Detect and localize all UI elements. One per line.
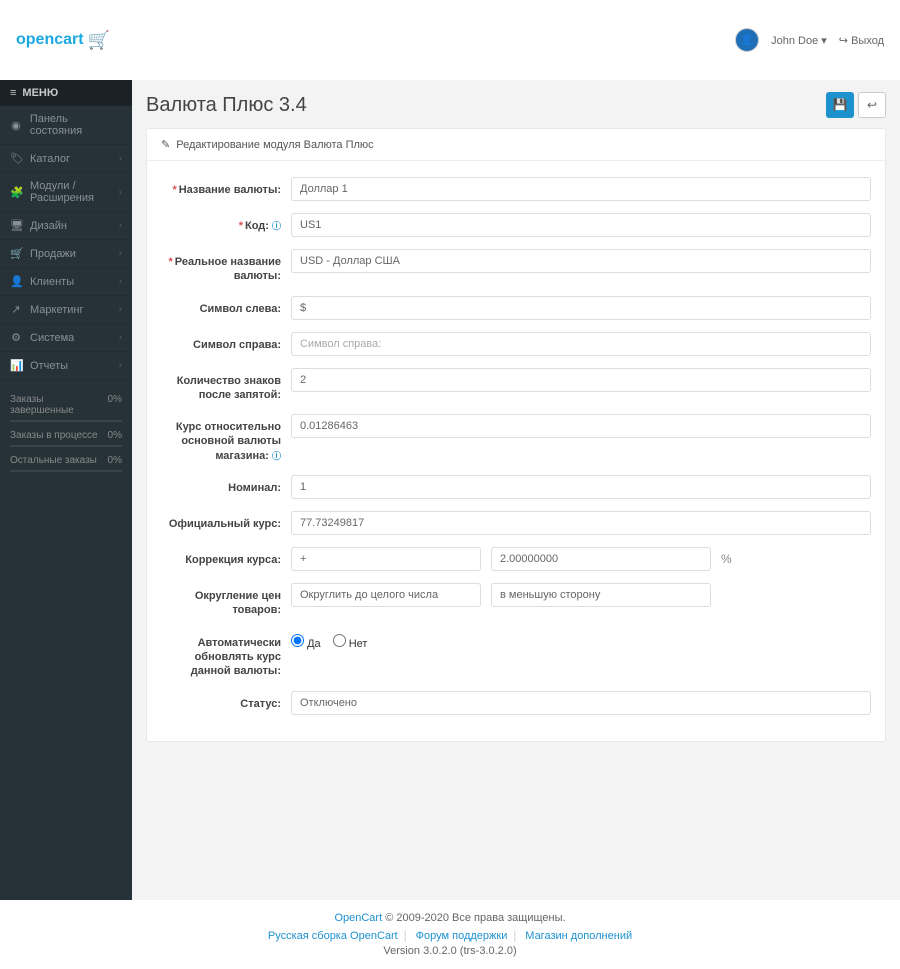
chevron-right-icon: › — [119, 360, 122, 371]
content: Валюта Плюс 3.4 💾 ↩ ✎Редактирование моду… — [132, 80, 900, 900]
logo[interactable]: opencart 🛒 — [16, 30, 110, 51]
chevron-right-icon: › — [119, 248, 122, 259]
stat-other: Остальные заказы0% — [10, 451, 122, 470]
official-rate-label: Официальный курс: — [161, 511, 281, 535]
status-label: Статус: — [161, 691, 281, 715]
symbol-left-label: Символ слева: — [161, 296, 281, 320]
symbol-right-label: Символ справа: — [161, 332, 281, 356]
header: opencart 🛒 👤 John Doe ▾ ↪ Выход — [0, 0, 900, 80]
footer-brand-link[interactable]: OpenCart — [334, 912, 382, 924]
puzzle-icon: 🧩 — [10, 186, 22, 199]
sidebar-item-customers[interactable]: 👤Клиенты› — [0, 268, 132, 296]
user-menu[interactable]: John Doe ▾ — [771, 34, 827, 47]
rate-label: Курс относительно основной валюты магази… — [161, 414, 281, 463]
sidebar-item-catalog[interactable]: 🏷Каталог› — [0, 145, 132, 173]
sidebar-item-design[interactable]: 🖥Дизайн› — [0, 212, 132, 240]
currency-name-input[interactable] — [291, 177, 871, 201]
autoupdate-no-radio[interactable]: Нет — [333, 634, 368, 650]
footer-link-ru[interactable]: Русская сборка OpenCart — [268, 930, 398, 942]
sidebar-item-system[interactable]: ⚙Система› — [0, 324, 132, 352]
gear-icon: ⚙ — [10, 331, 22, 344]
footer-link-store[interactable]: Магазин дополнений — [525, 930, 632, 942]
symbol-right-input[interactable] — [291, 332, 871, 356]
correction-value-input[interactable] — [491, 547, 711, 571]
code-input[interactable] — [291, 213, 871, 237]
panel-header: ✎Редактирование модуля Валюта Плюс — [147, 129, 885, 161]
stats-block: Заказы завершенные0% Заказы в процессе0%… — [0, 380, 132, 486]
save-button[interactable]: 💾 — [826, 92, 854, 118]
chart-icon: 📊 — [10, 359, 22, 372]
chevron-right-icon: › — [119, 187, 122, 198]
avatar[interactable]: 👤 — [735, 28, 759, 52]
share-icon: ↗ — [10, 303, 22, 316]
chevron-right-icon: › — [119, 276, 122, 287]
form-panel: ✎Редактирование модуля Валюта Плюс *Назв… — [146, 128, 886, 742]
help-icon[interactable]: ⓘ — [272, 221, 281, 231]
status-select[interactable]: Отключено — [291, 691, 871, 715]
nominal-label: Номинал: — [161, 475, 281, 499]
sidebar-item-reports[interactable]: 📊Отчеты› — [0, 352, 132, 380]
decimals-label: Количество знаков после запятой: — [161, 368, 281, 403]
footer-link-forum[interactable]: Форум поддержки — [416, 930, 508, 942]
back-button[interactable]: ↩ — [858, 92, 886, 118]
user-icon: 👤 — [10, 275, 22, 288]
decimals-input[interactable] — [291, 368, 871, 392]
real-name-label: *Реальное название валюты: — [161, 249, 281, 284]
rate-input[interactable] — [291, 414, 871, 438]
sidebar: ≡ МЕНЮ ◉Панель состояния 🏷Каталог› 🧩Моду… — [0, 80, 132, 900]
sidebar-item-dashboard[interactable]: ◉Панель состояния — [0, 106, 132, 145]
autoupdate-label: Автоматически обновлять курс данной валю… — [161, 630, 281, 679]
autoupdate-yes-radio[interactable]: Да — [291, 634, 321, 650]
rounding-mode-select[interactable]: Округлить до целого числа — [291, 583, 481, 607]
chevron-right-icon: › — [119, 153, 122, 164]
page-title: Валюта Плюс 3.4 — [146, 94, 307, 117]
dashboard-icon: ◉ — [10, 119, 22, 132]
percent-unit: % — [721, 552, 732, 566]
correction-label: Коррекция курса: — [161, 547, 281, 571]
cart-icon: 🛒 — [10, 247, 22, 260]
tag-icon: 🏷 — [10, 152, 22, 165]
currency-name-label: *Название валюты: — [161, 177, 281, 201]
real-name-select[interactable]: USD - Доллар США — [291, 249, 871, 273]
rounding-label: Округление цен товаров: — [161, 583, 281, 618]
rounding-dir-select[interactable]: в меньшую сторону — [491, 583, 711, 607]
sidebar-item-sales[interactable]: 🛒Продажи› — [0, 240, 132, 268]
chevron-right-icon: › — [119, 220, 122, 231]
symbol-left-input[interactable] — [291, 296, 871, 320]
logo-text: opencart — [16, 31, 84, 49]
correction-op-select[interactable]: + — [291, 547, 481, 571]
cart-icon: 🛒 — [88, 30, 110, 51]
menu-header[interactable]: ≡ МЕНЮ — [0, 80, 132, 106]
sidebar-item-marketing[interactable]: ↗Маркетинг› — [0, 296, 132, 324]
pencil-icon: ✎ — [161, 138, 170, 151]
footer: OpenCart © 2009-2020 Все права защищены.… — [0, 900, 900, 969]
monitor-icon: 🖥 — [10, 219, 22, 232]
footer-version: Version 3.0.2.0 (trs-3.0.2.0) — [12, 945, 888, 957]
chevron-right-icon: › — [119, 304, 122, 315]
help-icon[interactable]: ⓘ — [272, 451, 281, 461]
code-label: *Код: ⓘ — [161, 213, 281, 237]
sidebar-item-extensions[interactable]: 🧩Модули / Расширения› — [0, 173, 132, 212]
nominal-input[interactable] — [291, 475, 871, 499]
chevron-right-icon: › — [119, 332, 122, 343]
stat-completed: Заказы завершенные0% — [10, 390, 122, 420]
logout-link[interactable]: ↪ Выход — [839, 34, 884, 47]
stat-processing: Заказы в процессе0% — [10, 426, 122, 445]
official-rate-input[interactable] — [291, 511, 871, 535]
